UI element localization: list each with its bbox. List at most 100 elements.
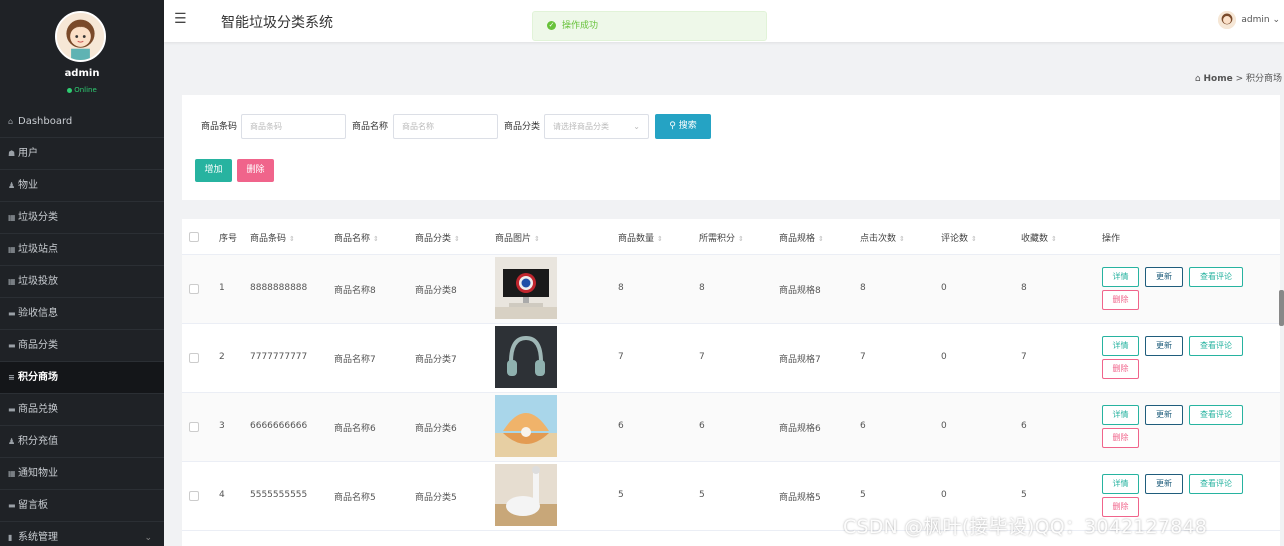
sort-icon[interactable]: ⇕	[289, 235, 295, 243]
delete-button[interactable]: 删除	[1102, 290, 1139, 310]
update-button[interactable]: 更新	[1145, 267, 1183, 287]
header-points-label: 所需积分	[699, 234, 736, 244]
sort-icon[interactable]: ⇕	[373, 235, 379, 243]
sidebar-item-7[interactable]: ▬ 商品分类	[0, 330, 164, 362]
person-icon: ♟	[8, 181, 16, 190]
sort-icon[interactable]: ⇕	[454, 235, 460, 243]
breadcrumb-home[interactable]: Home	[1203, 74, 1232, 84]
header-spec[interactable]: 商品规格 ⇕	[779, 231, 824, 244]
row-comments: 0	[941, 352, 947, 362]
header-name[interactable]: 商品名称 ⇕	[334, 231, 379, 244]
row-barcode: 5555555555	[250, 490, 308, 500]
sidebar-item-label: 用户	[18, 148, 38, 159]
sort-icon[interactable]: ⇕	[899, 235, 905, 243]
check-circle-icon: ✓	[547, 21, 556, 30]
barcode-label: 商品条码	[201, 122, 238, 132]
sort-icon[interactable]: ⇕	[818, 235, 824, 243]
sidebar-item-2[interactable]: ♟ 物业	[0, 170, 164, 202]
card-icon: ▬	[8, 501, 16, 510]
sidebar-item-4[interactable]: ▦ 垃圾站点	[0, 234, 164, 266]
category-select[interactable]: 请选择商品分类 ⌄	[544, 114, 649, 139]
add-button[interactable]: 增加	[195, 159, 232, 182]
sort-icon[interactable]: ⇕	[657, 235, 663, 243]
search-button[interactable]: ⚲ 搜索	[655, 114, 711, 139]
user-menu[interactable]: admin ⌄	[1218, 10, 1280, 30]
detail-button[interactable]: 详情	[1102, 336, 1139, 356]
sidebar-item-0[interactable]: ⌂ Dashboard	[0, 106, 164, 138]
detail-button[interactable]: 详情	[1102, 474, 1139, 494]
row-spec: 商品规格6	[779, 424, 821, 434]
product-image[interactable]	[495, 464, 557, 526]
header-comments[interactable]: 评论数 ⇕	[941, 231, 977, 244]
page-scrollbar[interactable]	[1279, 290, 1284, 326]
user-avatar-small	[1218, 10, 1237, 29]
home-icon[interactable]: ⌂	[1195, 74, 1201, 84]
header-barcode[interactable]: 商品条码 ⇕	[250, 231, 295, 244]
watermark: CSDN @枫叶(接毕设)QQ：3042127848	[843, 516, 1208, 538]
header-points[interactable]: 所需积分 ⇕	[699, 231, 744, 244]
sort-icon[interactable]: ⇕	[971, 235, 977, 243]
sidebar-item-label: 系统管理	[18, 532, 58, 543]
row-points: 7	[699, 352, 705, 362]
sidebar-item-8[interactable]: ≡ 积分商场	[0, 362, 164, 394]
sidebar-item-9[interactable]: ▬ 商品兑换	[0, 394, 164, 426]
name-input[interactable]: 商品名称	[393, 114, 498, 139]
view-comments-button[interactable]: 查看评论	[1189, 267, 1243, 287]
detail-button[interactable]: 详情	[1102, 405, 1139, 425]
batch-delete-button[interactable]: 删除	[237, 159, 274, 182]
row-comments: 0	[941, 283, 947, 293]
barcode-input[interactable]: 商品条码	[241, 114, 346, 139]
header-clicks[interactable]: 点击次数 ⇕	[860, 231, 905, 244]
row-name: 商品名称8	[334, 286, 376, 296]
sidebar-item-label: 物业	[18, 180, 38, 191]
product-image[interactable]	[495, 395, 557, 457]
sidebar-item-10[interactable]: ♟ 积分充值	[0, 426, 164, 458]
menu-toggle-icon[interactable]: ☰	[174, 12, 188, 26]
row-checkbox[interactable]	[189, 284, 199, 294]
card-icon: ▬	[8, 405, 16, 414]
header-image[interactable]: 商品图片 ⇕	[495, 231, 540, 244]
grid-icon: ▦	[8, 469, 16, 478]
home-icon: ⌂	[8, 117, 14, 126]
sidebar-item-1[interactable]: ☗ 用户	[0, 138, 164, 170]
header-favorites[interactable]: 收藏数 ⇕	[1021, 231, 1057, 244]
row-name: 商品名称7	[334, 355, 376, 365]
online-status-label: Online	[74, 86, 97, 94]
sort-icon[interactable]: ⇕	[534, 235, 540, 243]
sidebar-item-5[interactable]: ▦ 垃圾投放	[0, 266, 164, 298]
view-comments-button[interactable]: 查看评论	[1189, 474, 1243, 494]
row-index: 3	[219, 421, 225, 431]
row-checkbox[interactable]	[189, 422, 199, 432]
row-favorites: 5	[1021, 490, 1027, 500]
delete-button[interactable]: 删除	[1102, 428, 1139, 448]
sidebar-item-13[interactable]: ▮ 系统管理 ⌄	[0, 522, 164, 546]
delete-button[interactable]: 删除	[1102, 359, 1139, 379]
row-checkbox[interactable]	[189, 491, 199, 501]
view-comments-button[interactable]: 查看评论	[1189, 336, 1243, 356]
user-avatar[interactable]	[55, 11, 106, 62]
sidebar-item-12[interactable]: ▬ 留言板	[0, 490, 164, 522]
table-row: 1 8888888888 商品名称8 商品分类8 8 8 商品规格8 8 0 8 详情 更新 查看评论删…	[182, 255, 1280, 324]
update-button[interactable]: 更新	[1145, 336, 1183, 356]
sidebar-item-6[interactable]: ▬ 验收信息	[0, 298, 164, 330]
product-image[interactable]	[495, 326, 557, 388]
view-comments-button[interactable]: 查看评论	[1189, 405, 1243, 425]
row-index: 2	[219, 352, 225, 362]
sidebar-item-label: 垃圾投放	[18, 276, 58, 287]
update-button[interactable]: 更新	[1145, 405, 1183, 425]
sidebar-item-3[interactable]: ▦ 垃圾分类	[0, 202, 164, 234]
header-quantity-label: 商品数量	[618, 234, 655, 244]
select-all-checkbox[interactable]	[189, 232, 199, 242]
row-quantity: 6	[618, 421, 624, 431]
sidebar-item-11[interactable]: ▦ 通知物业	[0, 458, 164, 490]
detail-button[interactable]: 详情	[1102, 267, 1139, 287]
sort-icon[interactable]: ⇕	[1051, 235, 1057, 243]
sidebar-item-label: 通知物业	[18, 468, 58, 479]
row-checkbox[interactable]	[189, 353, 199, 363]
product-image[interactable]	[495, 257, 557, 319]
header-quantity[interactable]: 商品数量 ⇕	[618, 231, 663, 244]
sort-icon[interactable]: ⇕	[738, 235, 744, 243]
header-category[interactable]: 商品分类 ⇕	[415, 231, 460, 244]
row-barcode: 8888888888	[250, 283, 308, 293]
update-button[interactable]: 更新	[1145, 474, 1183, 494]
